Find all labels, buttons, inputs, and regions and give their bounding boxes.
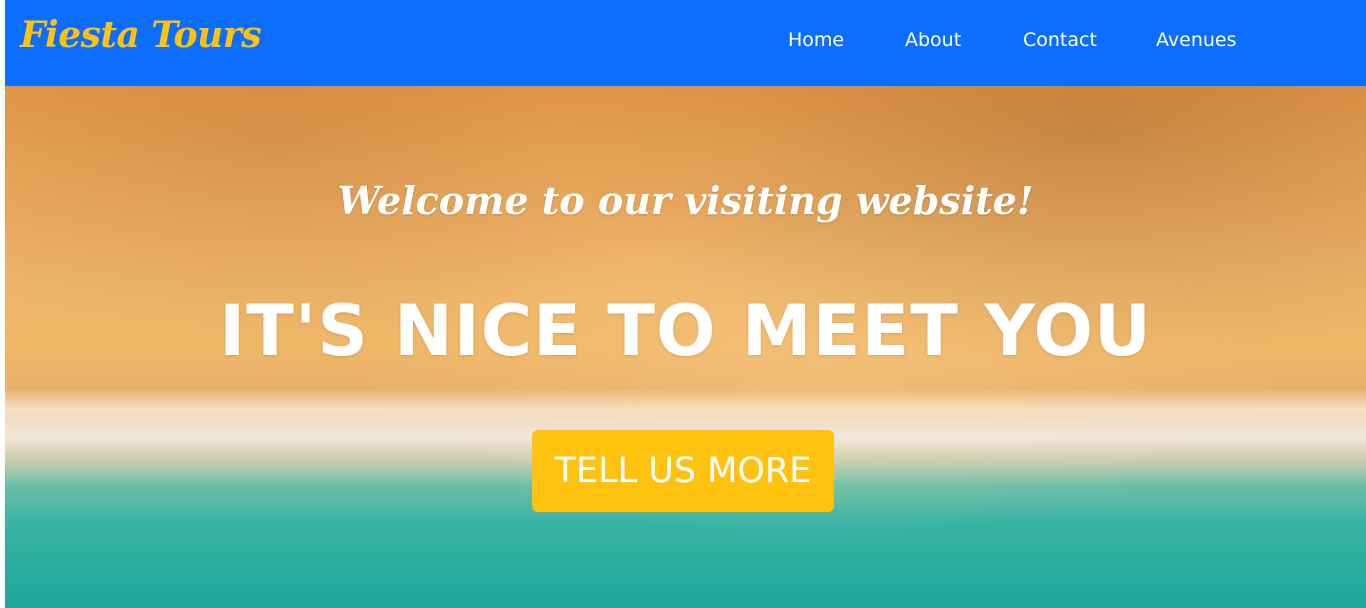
nav-link-avenues[interactable]: Avenues: [1156, 28, 1237, 52]
page: Fiesta Tours Home About Contact Avenues …: [5, 0, 1366, 608]
tell-us-more-button[interactable]: TELL US MORE: [532, 430, 834, 512]
hero-section: Welcome to our visiting website! IT'S NI…: [5, 86, 1366, 608]
nav-link-home[interactable]: Home: [788, 28, 844, 52]
nav-link-about[interactable]: About: [905, 28, 961, 52]
hero-welcome-subheading: Welcome to our visiting website!: [337, 178, 1034, 223]
navbar: Fiesta Tours Home About Contact Avenues: [5, 0, 1366, 86]
brand-logo[interactable]: Fiesta Tours: [20, 14, 261, 57]
hero-headline: IT'S NICE TO MEET YOU: [219, 290, 1152, 372]
nav-link-contact[interactable]: Contact: [1023, 28, 1097, 52]
